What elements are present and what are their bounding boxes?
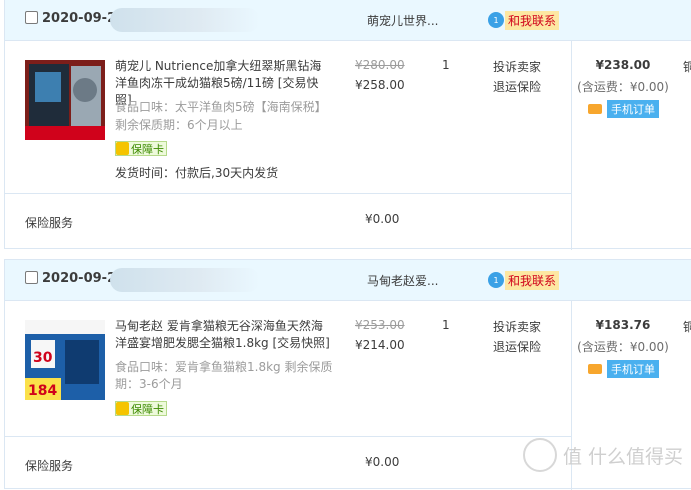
ship-time: 发货时间：付款后,30天内发货 [115, 166, 279, 180]
mobile-order-label: 手机订单 [607, 360, 659, 378]
product-thumbnail[interactable] [25, 60, 105, 140]
order-header: 2020-09-2 马甸老赵爱... 1 和我联系 [5, 260, 691, 301]
quantity: 1 [442, 318, 450, 332]
insurance-service-label: 保险服务 [25, 459, 74, 473]
contact-seller-button[interactable]: 1 和我联系 [488, 10, 560, 30]
cut-off-column-text: 铜 [683, 320, 691, 334]
order-date: 2020-09-2 [42, 11, 117, 26]
return-insurance-link[interactable]: 退运保险 [493, 78, 541, 95]
guarantee-card-badge[interactable]: 保障卡 [115, 141, 167, 156]
complain-seller-link[interactable]: 投诉卖家 [493, 318, 541, 335]
order-header: 2020-09-2 萌宠儿世界... 1 和我联系 [5, 0, 691, 41]
guarantee-card-badge[interactable]: 保障卡 [115, 401, 167, 416]
return-insurance-link[interactable]: 退运保险 [493, 338, 541, 355]
product-image [25, 60, 105, 140]
order-checkbox[interactable] [25, 271, 38, 284]
service-divider [5, 193, 571, 194]
original-price: ¥253.00 [355, 318, 405, 332]
order-checkbox[interactable] [25, 11, 38, 24]
chat-bubble-icon: 1 [488, 12, 504, 28]
order-number-blurred [110, 8, 260, 32]
postage-note: (含运费：¥0.00) [577, 80, 669, 94]
quantity: 1 [442, 58, 450, 72]
product-flavor: 食品口味：爱肯拿鱼猫粮1.8kg 剩余保质期：3-6个月 [115, 360, 333, 391]
service-divider [5, 436, 571, 437]
watermark: 值 什么值得买 [522, 438, 683, 472]
insurance-service-price: ¥0.00 [365, 212, 400, 226]
product-flavor: 食品口味：太平洋鱼肉5磅【海南保税】 [115, 100, 327, 114]
mobile-order-badge: 手机订单 [588, 360, 659, 378]
mobile-order-label: 手机订单 [607, 100, 659, 118]
contact-label: 和我联系 [505, 10, 560, 30]
svg-text:184: 184 [28, 383, 57, 399]
order-total: ¥238.00 [595, 58, 651, 72]
complain-seller-link[interactable]: 投诉卖家 [493, 58, 541, 75]
unit-price: ¥258.00 [355, 78, 405, 92]
unit-price: ¥214.00 [355, 338, 405, 352]
insurance-service-label: 保险服务 [25, 216, 74, 230]
svg-text:30: 30 [33, 350, 53, 366]
product-name-link[interactable]: 马甸老赵 爱肯拿猫粮无谷深海鱼天然海洋盛宴增肥发腮全猫粮1.8kg [交易快照] [115, 318, 330, 352]
watermark-text: 值 什么值得买 [562, 445, 683, 468]
postage-note: (含运费：¥0.00) [577, 340, 669, 354]
cut-off-column-text: 铜 [683, 60, 691, 74]
product-thumbnail[interactable]: 30 184 [25, 320, 105, 400]
contact-label: 和我联系 [505, 270, 560, 290]
order-card: 2020-09-2 萌宠儿世界... 1 和我联系 萌宠儿 Nutrience加… [4, 0, 691, 250]
chat-bubble-icon: 1 [488, 272, 504, 288]
original-price: ¥280.00 [355, 58, 405, 72]
insurance-service-price: ¥0.00 [365, 455, 400, 469]
order-total: ¥183.76 [595, 318, 651, 332]
product-image: 30 184 [25, 320, 105, 400]
phone-icon [588, 364, 602, 374]
guarantee-icon [116, 142, 129, 155]
phone-icon [588, 104, 602, 114]
guarantee-label: 保障卡 [131, 142, 164, 156]
order-number-blurred [110, 268, 260, 292]
product-shelf-life: 剩余保质期：6个月以上 [115, 118, 243, 132]
watermark-logo-icon [522, 438, 557, 472]
mobile-order-badge: 手机订单 [588, 100, 659, 118]
guarantee-label: 保障卡 [131, 402, 164, 416]
contact-seller-button[interactable]: 1 和我联系 [488, 270, 560, 290]
guarantee-icon [116, 402, 129, 415]
shop-name[interactable]: 萌宠儿世界... [367, 12, 438, 29]
order-date: 2020-09-2 [42, 271, 117, 286]
shop-name[interactable]: 马甸老赵爱... [367, 272, 438, 289]
